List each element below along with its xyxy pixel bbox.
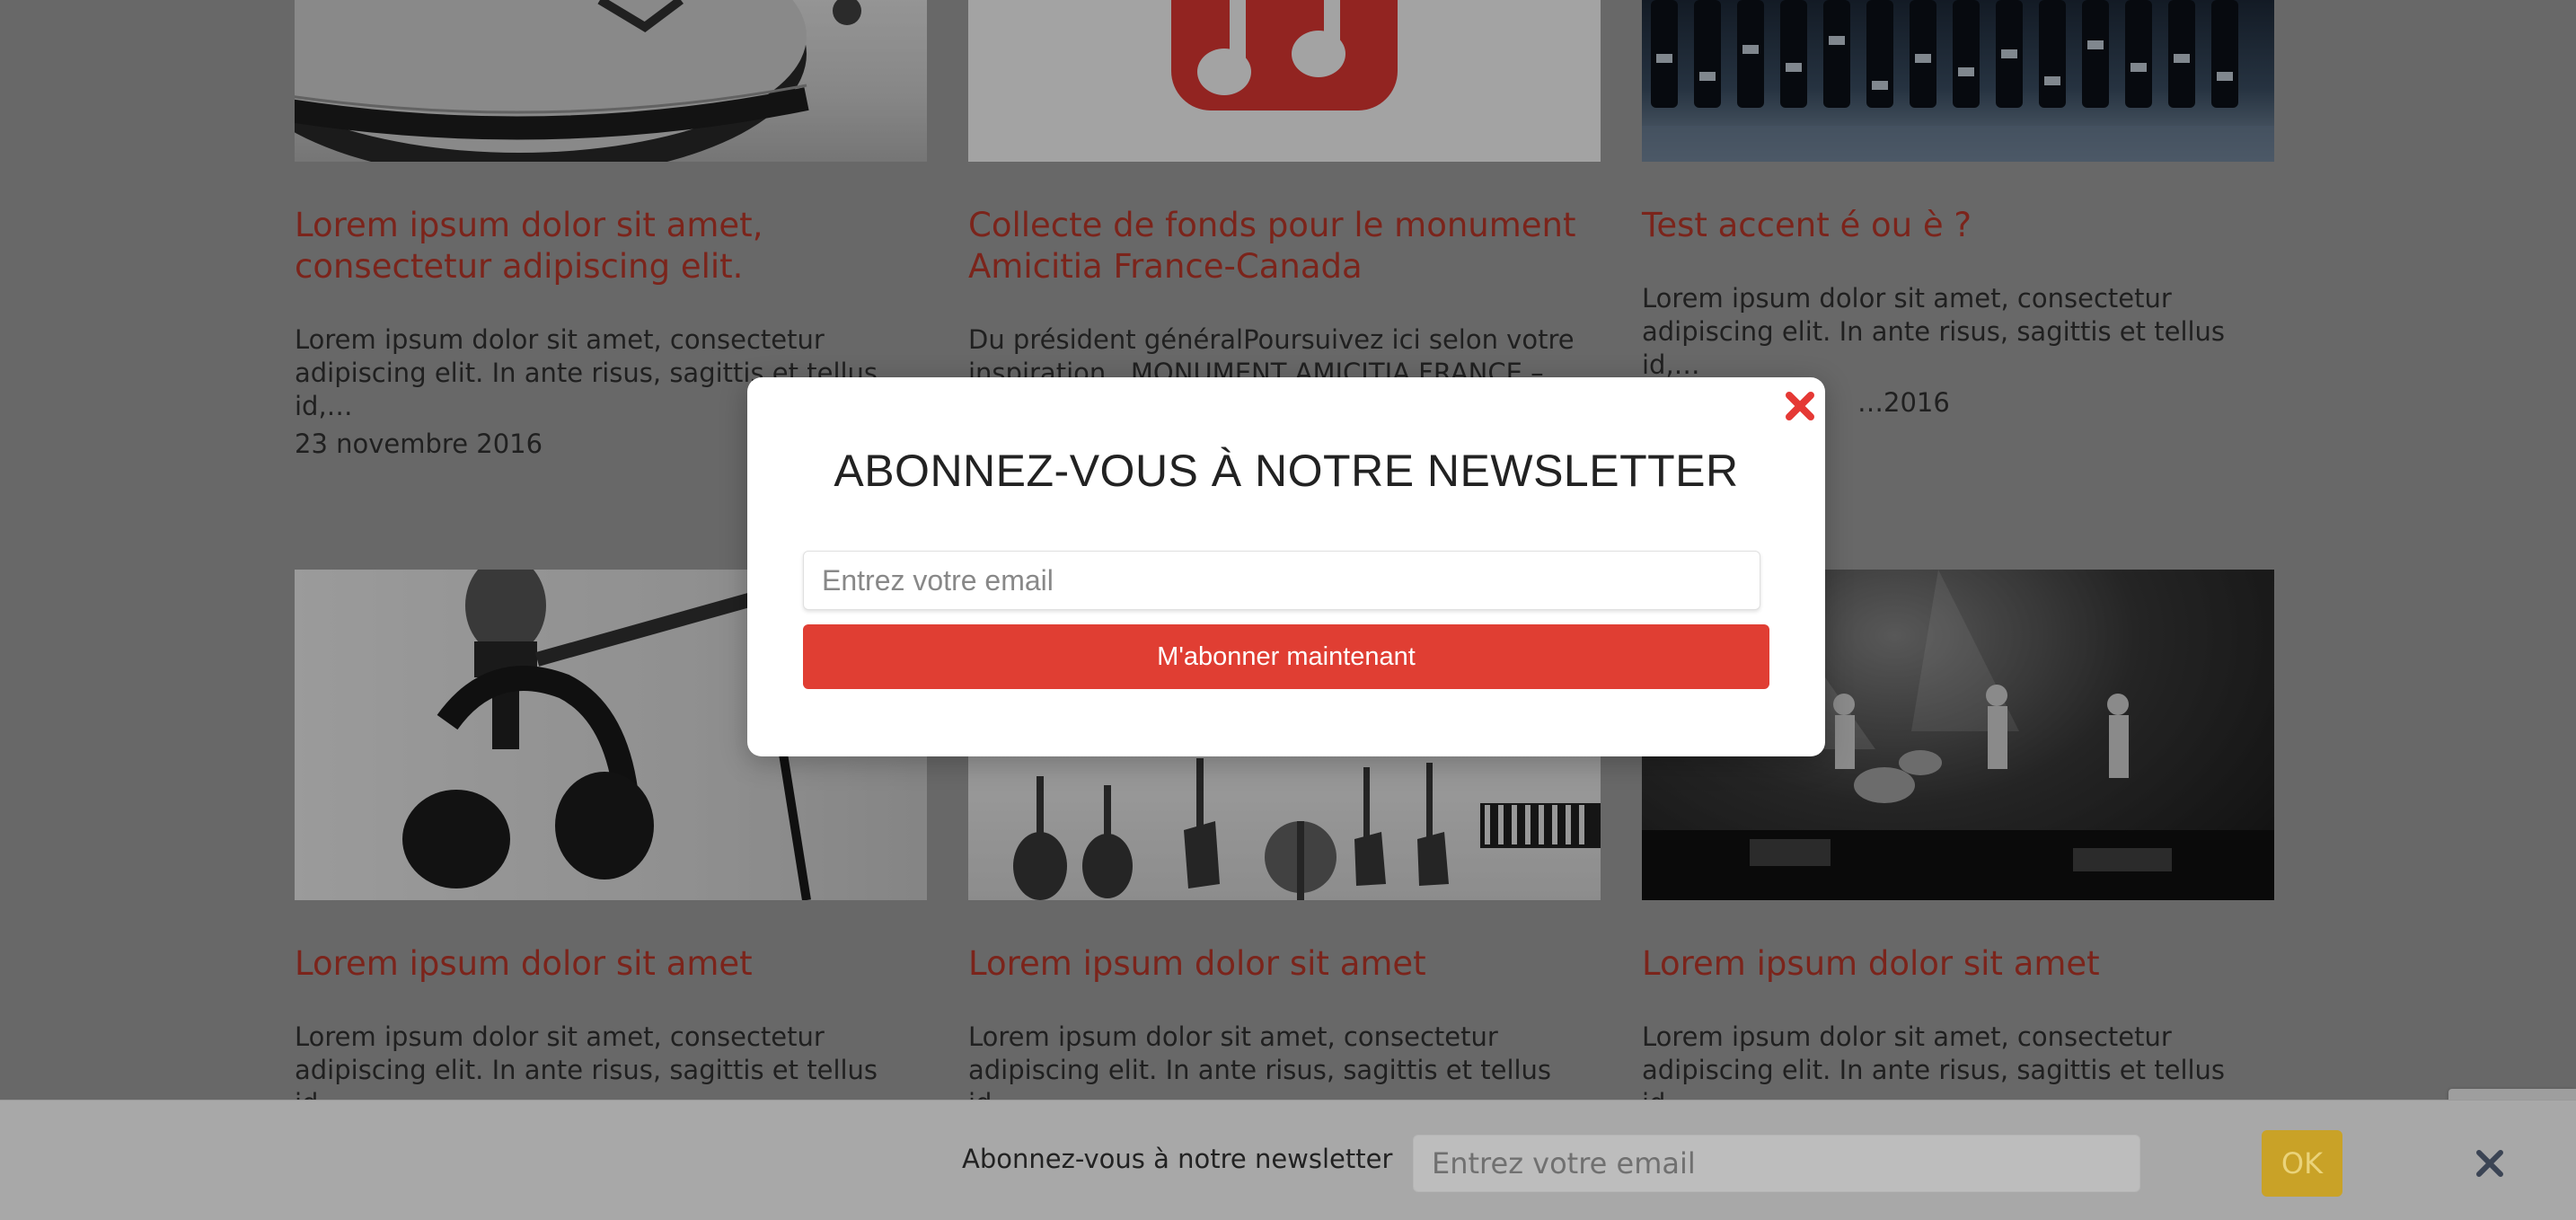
subscribe-now-button[interactable]: M'abonner maintenant: [803, 624, 1769, 689]
newsletter-modal: ABONNEZ-VOUS À NOTRE NEWSLETTER M'abonne…: [747, 377, 1825, 756]
modal-close-button[interactable]: [1780, 386, 1820, 426]
modal-title: ABONNEZ-VOUS À NOTRE NEWSLETTER: [834, 446, 1739, 496]
modal-email-input[interactable]: [803, 551, 1760, 610]
close-x-icon: [2476, 1150, 2503, 1177]
close-x-icon: [1786, 392, 1814, 420]
bottom-bar-close-button[interactable]: [2472, 1145, 2508, 1181]
bottom-bar-label: Abonnez-vous à notre newsletter: [962, 1144, 1393, 1174]
bottom-bar-ok-button[interactable]: OK: [2262, 1130, 2342, 1197]
bottom-bar-email-input[interactable]: [1413, 1135, 2140, 1192]
newsletter-bottom-bar: Abonnez-vous à notre newsletter OK: [0, 1100, 2576, 1220]
